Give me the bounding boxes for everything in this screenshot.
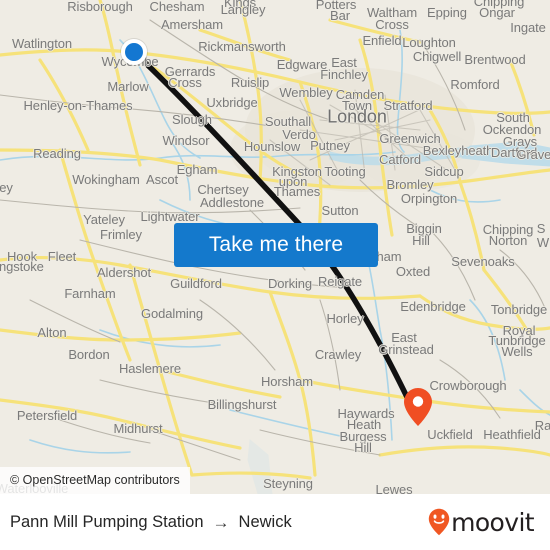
route-destination-label: Newick: [238, 512, 292, 531]
route-origin-label: Pann Mill Pumping Station: [10, 512, 204, 531]
destination-pin-icon[interactable]: [403, 387, 433, 432]
take-me-there-button[interactable]: Take me there: [174, 223, 378, 267]
osm-attribution[interactable]: © OpenStreetMap contributors: [0, 467, 190, 494]
moovit-wordmark: moovit: [451, 507, 534, 537]
pin-glyph: [404, 388, 432, 426]
origin-dot-icon[interactable]: [121, 39, 147, 65]
moovit-logo[interactable]: moovit: [428, 507, 535, 537]
map-canvas[interactable]: .water { fill:#bcdcea; stroke:#bcdcea; }…: [0, 0, 550, 494]
arrow-right-icon: →: [212, 512, 230, 532]
footer-bar: Pann Mill Pumping Station → Newick moovi…: [0, 494, 550, 550]
moovit-route-card: .water { fill:#bcdcea; stroke:#bcdcea; }…: [0, 0, 550, 550]
route-summary: Pann Mill Pumping Station → Newick: [10, 513, 292, 532]
moovit-pin-icon: [428, 508, 450, 536]
